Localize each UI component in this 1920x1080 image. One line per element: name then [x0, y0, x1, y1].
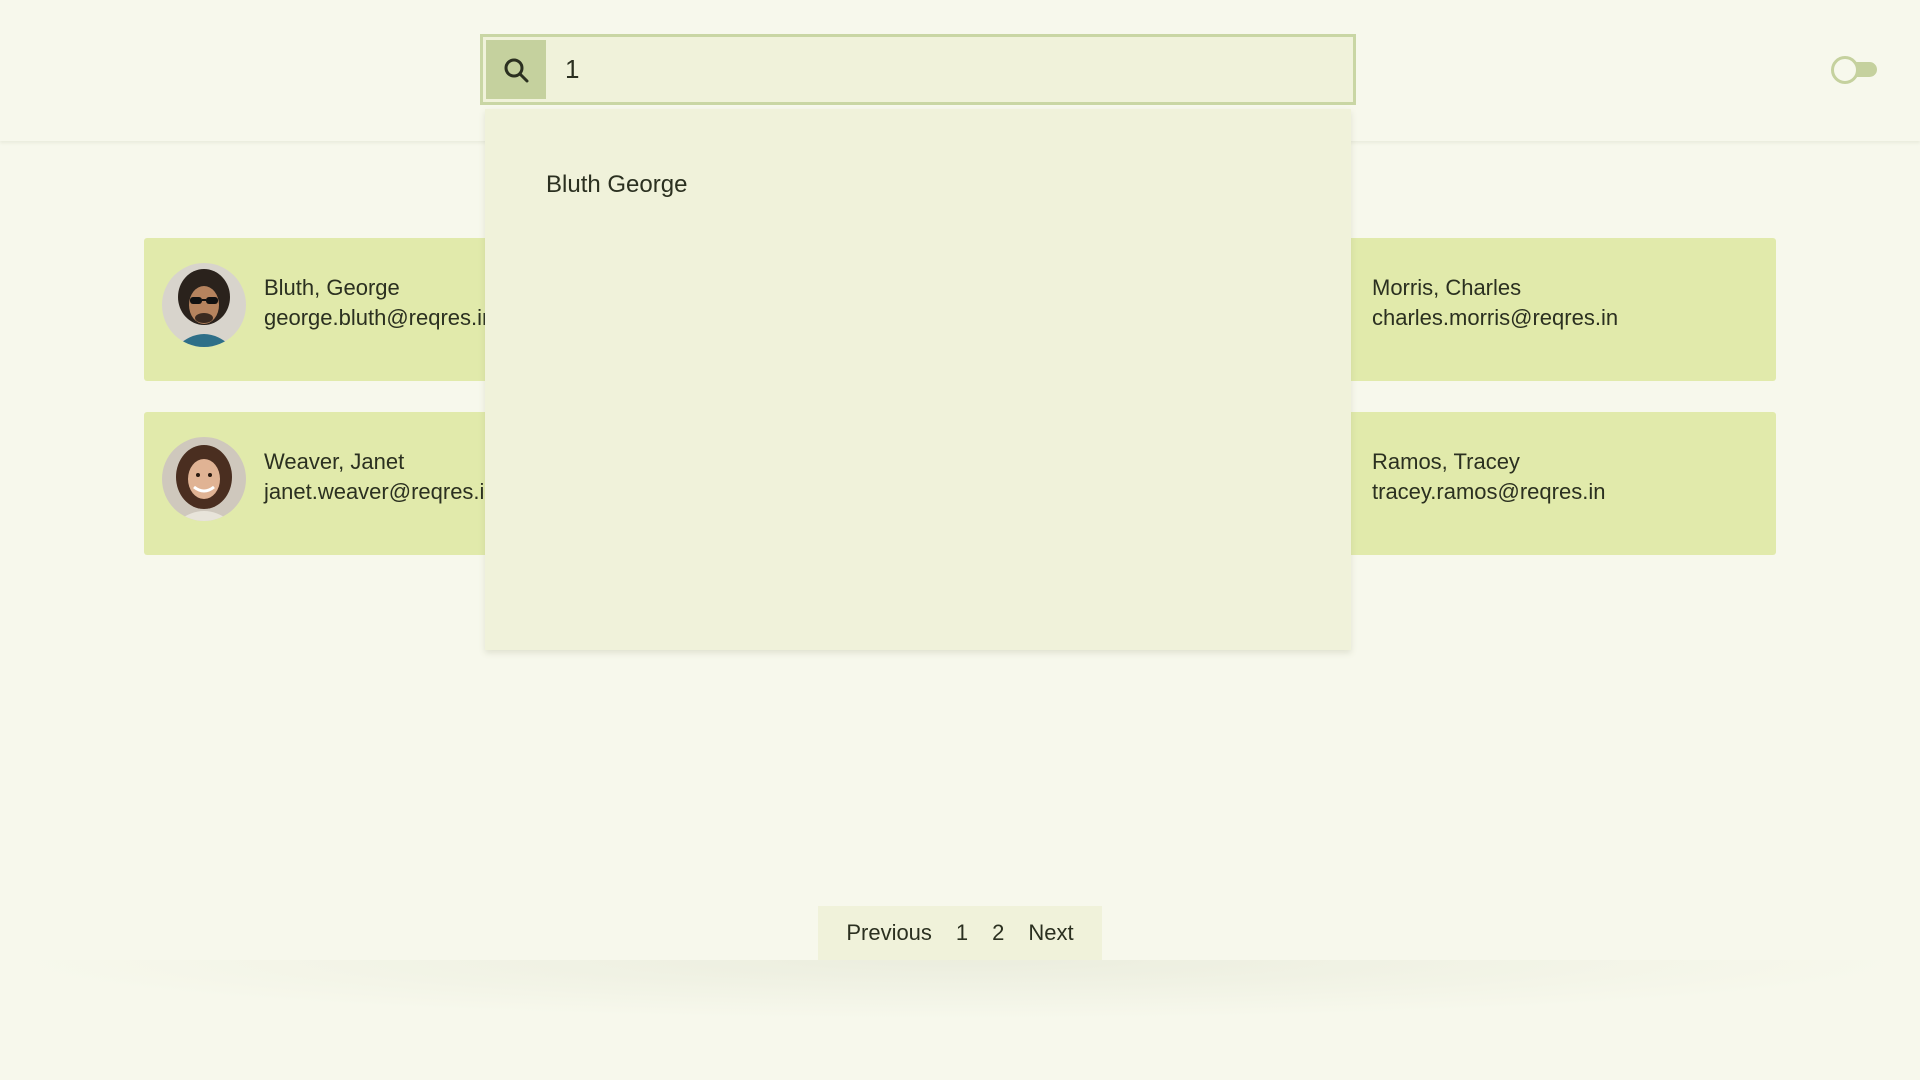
user-name: Weaver, Janet: [264, 449, 405, 474]
user-name: Morris, Charles: [1372, 275, 1522, 300]
avatar-janet-weaver: [162, 437, 246, 521]
user-name: Ramos, Tracey: [1372, 449, 1520, 474]
previous-page-button[interactable]: Previous: [834, 920, 944, 946]
search-button[interactable]: [486, 40, 546, 99]
toggle-knob-icon: [1831, 56, 1859, 84]
suggestion-item[interactable]: Bluth George: [546, 171, 687, 199]
search-box[interactable]: [480, 34, 1356, 105]
theme-toggle[interactable]: [1831, 56, 1879, 84]
page-1-button[interactable]: 1: [944, 920, 980, 946]
user-email: tracey.ramos@reqres.in: [1372, 479, 1606, 504]
search-icon: [504, 58, 529, 82]
footer-shadow: [0, 960, 1920, 1020]
user-email: janet.weaver@reqres.in: [264, 479, 497, 504]
page-2-button[interactable]: 2: [980, 920, 1016, 946]
avatar-george-bluth: [162, 263, 246, 347]
search-suggestions-dropdown: Bluth George: [485, 109, 1351, 650]
search-input[interactable]: [565, 40, 1345, 99]
next-page-button[interactable]: Next: [1016, 920, 1085, 946]
pagination: Previous 1 2 Next: [818, 906, 1102, 960]
user-email: charles.morris@reqres.in: [1372, 305, 1619, 330]
user-email: george.bluth@reqres.in: [264, 305, 495, 330]
user-name: Bluth, George: [264, 275, 400, 300]
